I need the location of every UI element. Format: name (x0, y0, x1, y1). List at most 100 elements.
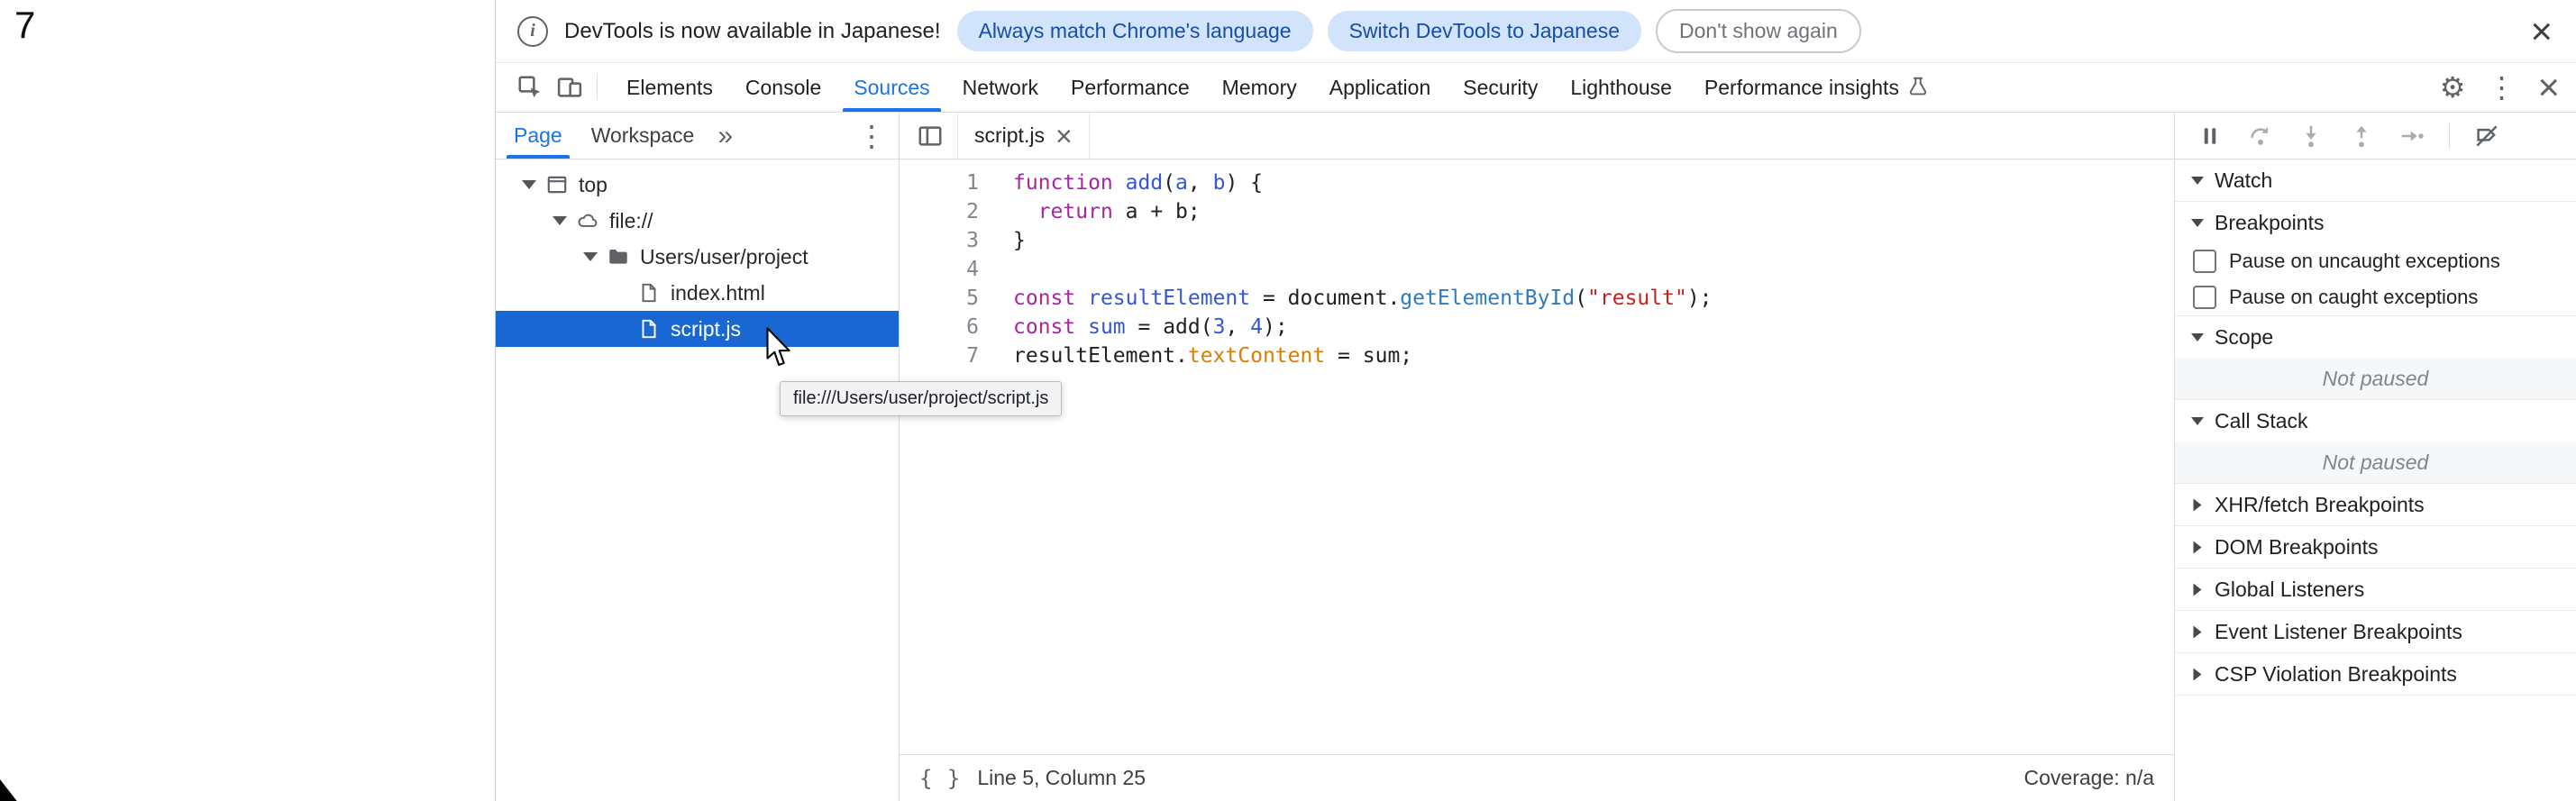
code-token: ) { (1225, 171, 1263, 195)
tab-application[interactable]: Application (1313, 63, 1448, 112)
tab-security[interactable]: Security (1447, 63, 1554, 112)
line-number[interactable]: 7 (900, 341, 979, 370)
tree-item-users-user-project[interactable]: Users/user/project (496, 239, 899, 275)
navigator-tab-page[interactable]: Page (499, 113, 577, 159)
language-infobar: i DevTools is now available in Japanese!… (496, 0, 2576, 63)
code-text[interactable]: return a + b; (979, 197, 1201, 226)
code-token (1113, 171, 1126, 195)
line-number[interactable]: 4 (900, 255, 979, 284)
switch-devtools-to-japanese-button[interactable]: Switch DevTools to Japanese (1328, 11, 1641, 51)
triangle-icon (553, 216, 567, 225)
tab-elements[interactable]: Elements (610, 63, 729, 112)
code-line: 6const sum = add(3, 4); (900, 313, 2174, 341)
section-header-call-stack[interactable]: Call Stack (2175, 400, 2576, 441)
checkbox-icon[interactable] (2193, 250, 2216, 273)
file-icon (635, 278, 663, 307)
step-icon[interactable] (2397, 121, 2427, 151)
section-header-csp-violation-breakpoints[interactable]: CSP Violation Breakpoints (2175, 653, 2576, 695)
section-header-global-listeners[interactable]: Global Listeners (2175, 569, 2576, 610)
triangle-icon (522, 180, 536, 189)
tree-item-index-html[interactable]: index.html (496, 275, 899, 311)
tab-label: Memory (1222, 76, 1297, 100)
step-into-icon[interactable] (2296, 121, 2326, 151)
checkbox-pause-on-caught-exceptions[interactable]: Pause on caught exceptions (2175, 279, 2576, 315)
code-text[interactable]: const sum = add(3, 4); (979, 313, 1288, 341)
code-text[interactable]: function add(a, b) { (979, 168, 1263, 197)
code-editor[interactable]: 1function add(a, b) {2 return a + b;3}45… (900, 159, 2174, 754)
tab-performance[interactable]: Performance (1055, 63, 1206, 112)
don-t-show-again-button[interactable]: Don't show again (1656, 9, 1861, 53)
code-text[interactable]: resultElement.textContent = sum; (979, 341, 1412, 370)
code-token: add (1126, 171, 1164, 195)
editor-tab-script-js[interactable]: script.js × (957, 113, 1090, 159)
section-header-dom-breakpoints[interactable]: DOM Breakpoints (2175, 526, 2576, 568)
code-text[interactable]: } (979, 226, 1026, 255)
tree-item-script-js[interactable]: script.js (496, 311, 899, 347)
section-label: Watch (2215, 168, 2272, 193)
section-header-xhr-fetch-breakpoints[interactable]: XHR/fetch Breakpoints (2175, 484, 2576, 525)
tab-network[interactable]: Network (946, 63, 1055, 112)
navigator-menu-icon[interactable]: ⋮ (845, 119, 899, 153)
section-header-event-listener-breakpoints[interactable]: Event Listener Breakpoints (2175, 611, 2576, 652)
triangle-icon (2191, 417, 2204, 425)
frame-icon (543, 170, 571, 199)
section-label: Global Listeners (2215, 578, 2364, 602)
pretty-print-icon[interactable]: { } (919, 766, 961, 791)
step-over-icon[interactable] (2245, 121, 2276, 151)
info-icon: i (517, 16, 548, 47)
disclosure-icon (2186, 417, 2209, 425)
status-message-label: Not paused (2323, 451, 2429, 475)
checkbox-pause-on-uncaught-exceptions[interactable]: Pause on uncaught exceptions (2175, 243, 2576, 279)
status-message-label: Not paused (2323, 367, 2429, 391)
more-tabs-icon[interactable]: » (708, 121, 742, 151)
tab-performance-insights[interactable]: Performance insights (1688, 63, 1948, 112)
tab-sources[interactable]: Sources (837, 63, 945, 112)
code-token: , (1225, 315, 1250, 339)
line-number[interactable]: 6 (900, 313, 979, 341)
deactivate-breakpoints-icon[interactable] (2471, 121, 2502, 151)
tab-label: Security (1463, 76, 1538, 100)
tab-close-icon[interactable]: × (1055, 122, 1073, 150)
section-header-scope[interactable]: Scope (2175, 316, 2576, 358)
tree-item-top[interactable]: top (496, 167, 899, 203)
tree-item-file[interactable]: file:// (496, 203, 899, 239)
panel-toggle-icon[interactable] (910, 116, 950, 156)
code-text[interactable] (979, 255, 1013, 284)
code-token: resultElement. (1013, 344, 1188, 368)
more-options-icon[interactable]: ⋮ (2487, 73, 2516, 102)
checkbox-icon[interactable] (2193, 286, 2216, 309)
always-match-chrome-s-language-button[interactable]: Always match Chrome's language (957, 11, 1313, 51)
code-token: = sum; (1325, 344, 1412, 368)
tab-lighthouse[interactable]: Lighthouse (1554, 63, 1688, 112)
tab-label: Lighthouse (1570, 76, 1672, 100)
step-out-icon[interactable] (2346, 121, 2377, 151)
line-number[interactable]: 5 (900, 284, 979, 313)
tab-memory[interactable]: Memory (1206, 63, 1313, 112)
pause-icon[interactable] (2195, 121, 2225, 151)
device-toolbar-icon[interactable] (550, 68, 589, 107)
section-dom-breakpoints: DOM Breakpoints (2175, 526, 2576, 569)
folder-icon (604, 242, 633, 271)
infobar-close-icon[interactable]: × (2530, 13, 2553, 50)
section-header-watch[interactable]: Watch (2175, 159, 2576, 201)
inspect-icon[interactable] (510, 68, 550, 107)
line-number[interactable]: 3 (900, 226, 979, 255)
tab-console[interactable]: Console (729, 63, 837, 112)
code-token: textContent (1188, 344, 1325, 368)
disclosure-icon[interactable] (548, 216, 571, 225)
section-header-breakpoints[interactable]: Breakpoints (2175, 202, 2576, 243)
page-content-number: 7 (14, 4, 35, 47)
settings-gear-icon[interactable]: ⚙ (2440, 73, 2466, 102)
code-token: getElementById (1400, 287, 1575, 310)
navigator-tab-workspace[interactable]: Workspace (577, 113, 709, 159)
close-devtools-icon[interactable]: × (2537, 68, 2560, 106)
devtools-window: i DevTools is now available in Japanese!… (495, 0, 2576, 801)
disclosure-icon[interactable] (517, 180, 541, 189)
triangle-icon (2194, 583, 2202, 596)
disclosure-icon[interactable] (579, 252, 602, 261)
code-text[interactable]: const resultElement = document.getElemen… (979, 284, 1713, 313)
section-watch: Watch (2175, 159, 2576, 202)
line-number[interactable]: 2 (900, 197, 979, 226)
line-number[interactable]: 1 (900, 168, 979, 197)
code-token: function (1013, 171, 1113, 195)
